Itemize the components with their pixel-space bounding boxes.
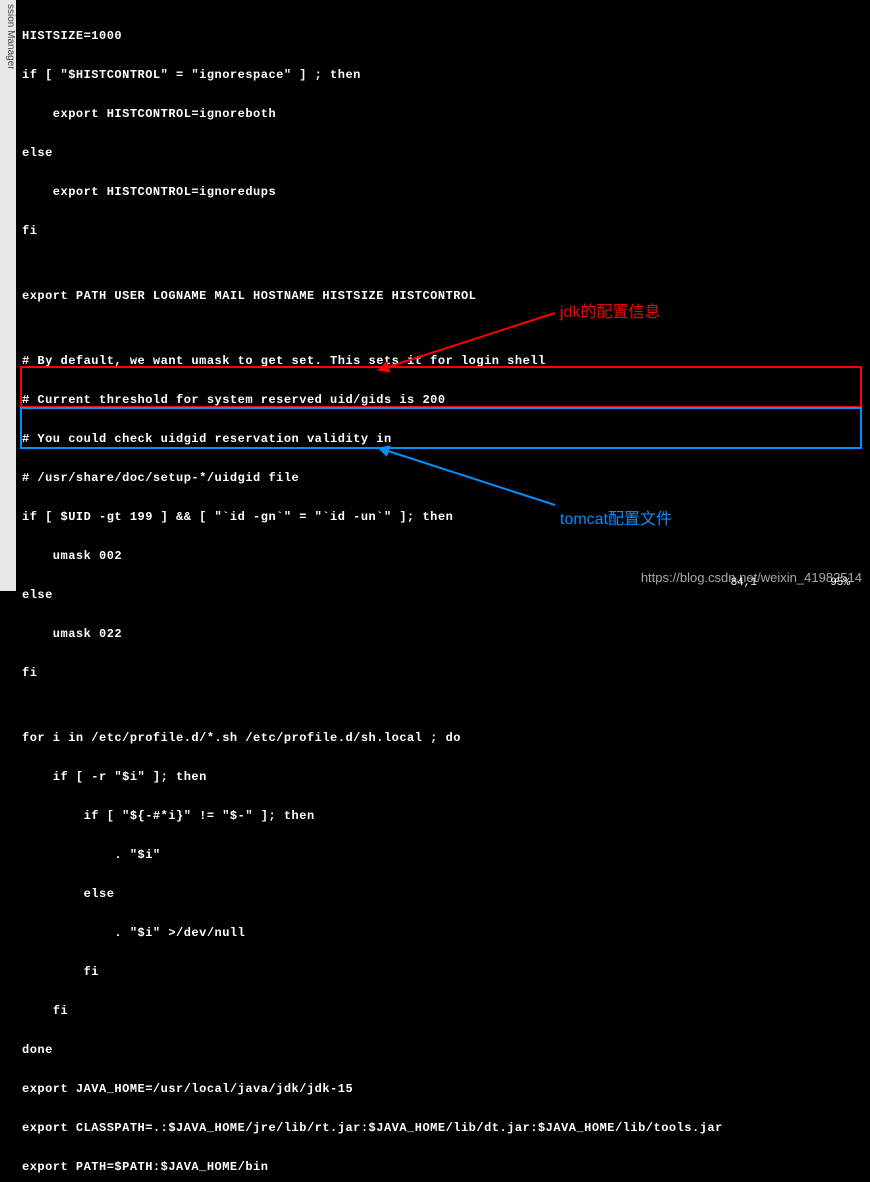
scroll-percent: 95% [830, 577, 850, 589]
code-line: export PATH=$PATH:$JAVA_HOME/bin [22, 1161, 866, 1174]
cursor-position: 84,1 [731, 577, 757, 589]
code-line: done [22, 1044, 866, 1057]
code-line: umask 022 [22, 628, 866, 641]
code-line: for i in /etc/profile.d/*.sh /etc/profil… [22, 732, 866, 745]
terminal-viewport[interactable]: HISTSIZE=1000 if [ "$HISTCONTROL" = "ign… [20, 2, 868, 589]
code-line: . "$i" [22, 849, 866, 862]
code-line: fi [22, 1005, 866, 1018]
vim-status-bar: 84,1 95% [731, 577, 850, 589]
code-line: # /usr/share/doc/setup-*/uidgid file [22, 472, 866, 485]
code-line: else [22, 888, 866, 901]
code-line: export PATH USER LOGNAME MAIL HOSTNAME H… [22, 290, 866, 303]
code-line: # Current threshold for system reserved … [22, 394, 866, 407]
code-line: fi [22, 225, 866, 238]
jdk-annotation: jdk的配置信息 [560, 298, 660, 322]
session-manager-sidebar: ssion Manager [0, 0, 16, 591]
code-line: export JAVA_HOME=/usr/local/java/jdk/jdk… [22, 1083, 866, 1096]
code-line: umask 002 [22, 550, 866, 563]
code-line: # By default, we want umask to get set. … [22, 355, 866, 368]
code-line: fi [22, 966, 866, 979]
code-line: export CLASSPATH=.:$JAVA_HOME/jre/lib/rt… [22, 1122, 866, 1135]
code-line: if [ "$HISTCONTROL" = "ignorespace" ] ; … [22, 69, 866, 82]
code-line: HISTSIZE=1000 [22, 30, 866, 43]
code-line: export HISTCONTROL=ignoreboth [22, 108, 866, 121]
code-line: else [22, 147, 866, 160]
code-line: fi [22, 667, 866, 680]
code-line: if [ -r "$i" ]; then [22, 771, 866, 784]
code-line: if [ "${-#*i}" != "$-" ]; then [22, 810, 866, 823]
tomcat-annotation: tomcat配置文件 [560, 505, 672, 529]
code-line: # You could check uidgid reservation val… [22, 433, 866, 446]
code-line: export HISTCONTROL=ignoredups [22, 186, 866, 199]
code-line: if [ $UID -gt 199 ] && [ "`id -gn`" = "`… [22, 511, 866, 524]
code-line: . "$i" >/dev/null [22, 927, 866, 940]
sidebar-label: ssion Manager [5, 4, 16, 70]
